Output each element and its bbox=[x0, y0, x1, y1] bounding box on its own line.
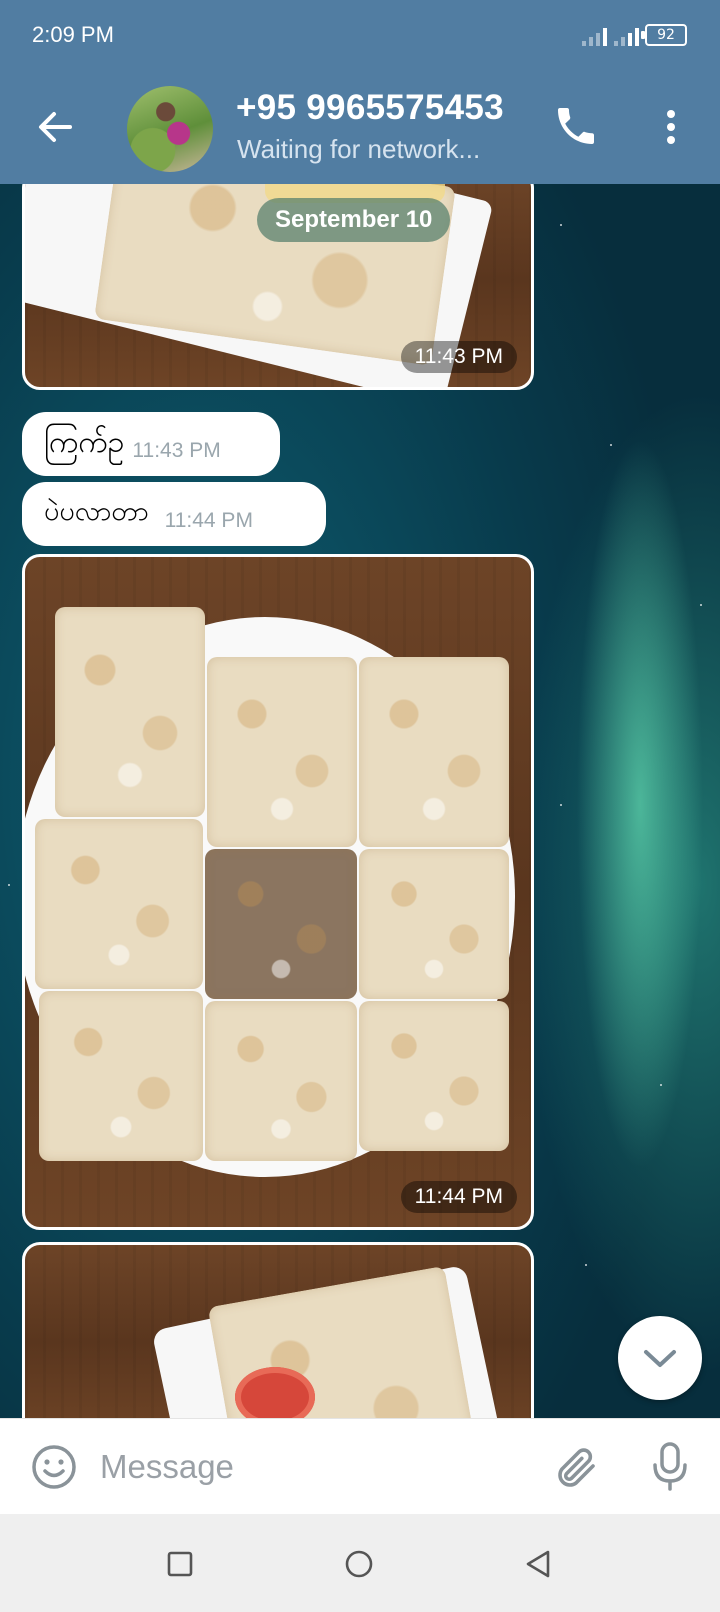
circle-icon bbox=[345, 1550, 373, 1578]
message-time: 11:43 PM bbox=[132, 439, 221, 462]
status-bar: 2:09 PM 92 bbox=[0, 0, 720, 72]
photo-timestamp: 11:43 PM bbox=[400, 341, 517, 373]
avatar[interactable] bbox=[127, 86, 213, 172]
phone-icon bbox=[558, 108, 594, 144]
message-input[interactable] bbox=[100, 1441, 520, 1493]
emoji-button[interactable] bbox=[30, 1443, 78, 1491]
chevron-down-icon bbox=[644, 1350, 676, 1367]
message-time: 11:44 PM bbox=[164, 509, 253, 532]
back-button[interactable] bbox=[30, 102, 80, 152]
status-time: 2:09 PM bbox=[32, 22, 114, 47]
photo-message[interactable]: 11:44 PM bbox=[22, 554, 534, 1230]
call-button[interactable] bbox=[552, 102, 600, 150]
triangle-back-icon bbox=[526, 1550, 550, 1578]
message-text: ပဲပလာတာ bbox=[44, 496, 149, 527]
home-button[interactable] bbox=[343, 1548, 375, 1580]
battery-icon: 92 bbox=[641, 24, 687, 46]
recents-button[interactable] bbox=[164, 1548, 196, 1580]
message-bubble[interactable]: ကြက်ဥ 11:43 PM bbox=[22, 412, 280, 476]
more-options-button[interactable] bbox=[656, 102, 686, 152]
microphone-icon bbox=[653, 1442, 687, 1491]
arrow-left-icon bbox=[39, 112, 72, 142]
photo-timestamp: 11:44 PM bbox=[400, 1181, 517, 1213]
chat-area[interactable]: 11:43 PM September 10 ကြက်ဥ 11:43 PM ပဲပ… bbox=[0, 184, 720, 1418]
more-vertical-icon bbox=[667, 110, 675, 144]
chat-title[interactable]: +95 9965575453 bbox=[236, 88, 504, 128]
message-text: ကြက်ဥ bbox=[44, 424, 125, 460]
voice-record-button[interactable] bbox=[650, 1441, 690, 1493]
signal-icon bbox=[582, 26, 607, 46]
date-header: September 10 bbox=[257, 198, 451, 242]
smiley-icon bbox=[32, 1445, 76, 1489]
system-nav-bar bbox=[0, 1514, 720, 1612]
signal-icon bbox=[614, 26, 639, 46]
paperclip-icon bbox=[558, 1448, 595, 1487]
message-input-bar bbox=[0, 1418, 720, 1514]
photo-message[interactable] bbox=[22, 1242, 534, 1418]
attach-button[interactable] bbox=[552, 1443, 600, 1491]
chat-header: +95 9965575453 Waiting for network... bbox=[0, 72, 720, 184]
chat-status: Waiting for network... bbox=[237, 134, 481, 164]
back-nav-button[interactable] bbox=[522, 1548, 554, 1580]
message-bubble[interactable]: ပဲပလာတာ 11:44 PM bbox=[22, 482, 326, 546]
scroll-down-button[interactable] bbox=[618, 1316, 702, 1400]
square-icon bbox=[167, 1551, 193, 1577]
